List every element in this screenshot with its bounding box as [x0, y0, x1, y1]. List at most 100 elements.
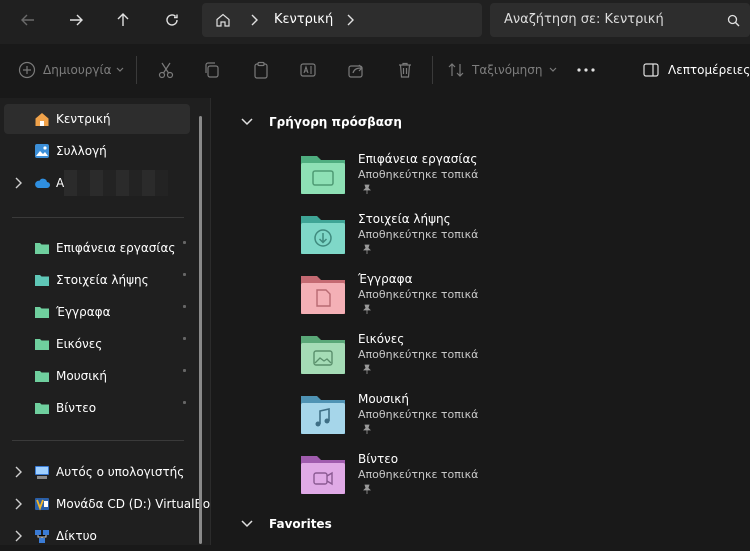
address-bar[interactable]: Κεντρική	[202, 3, 482, 37]
sort-arrows-icon	[448, 63, 464, 77]
sidebar-item-videos[interactable]: Βίντεο	[4, 393, 190, 423]
folder-name: Επιφάνεια εργασίας	[358, 152, 478, 166]
sidebar-item-downloads[interactable]: Στοιχεία λήψης	[4, 265, 190, 295]
toolbar-divider	[432, 56, 433, 84]
pin-icon	[183, 305, 186, 308]
new-button[interactable]: Δημιουργία	[18, 58, 124, 82]
scissors-icon	[158, 62, 174, 79]
paste-button[interactable]	[249, 58, 273, 82]
pin-icon	[183, 337, 186, 340]
folder-tile-music[interactable]: Μουσική Αποθηκεύτηκε τοπικά	[211, 386, 750, 446]
chevron-right-icon[interactable]	[13, 530, 23, 542]
chevron-right-icon[interactable]	[13, 498, 23, 510]
folder-name: Στοιχεία λήψης	[358, 212, 451, 226]
forward-button[interactable]	[58, 2, 94, 38]
toolbar-divider	[136, 56, 137, 84]
sidebar-item-documents[interactable]: Έγγραφα	[4, 297, 190, 327]
folder-name: Βίντεο	[358, 452, 399, 466]
rename-button[interactable]	[296, 58, 320, 82]
sidebar-scrollbar[interactable]	[199, 116, 202, 544]
chevron-down-icon	[241, 520, 253, 528]
sidebar-item-label: A	[56, 176, 65, 190]
network-icon	[35, 530, 49, 543]
folder-tile-documents[interactable]: Έγγραφα Αποθηκεύτηκε τοπικά	[211, 266, 750, 326]
videos-folder-icon	[301, 456, 345, 494]
breadcrumb[interactable]: Κεντρική	[274, 12, 333, 27]
chevron-down-icon	[549, 67, 556, 72]
pin-icon	[183, 401, 186, 404]
chevron-right-icon[interactable]	[13, 466, 23, 478]
copy-button[interactable]	[200, 58, 224, 82]
section-title: Favorites	[269, 517, 332, 531]
cd-drive-icon	[35, 498, 49, 511]
folder-location: Αποθηκεύτηκε τοπικά	[358, 468, 479, 481]
search-placeholder: Αναζήτηση σε: Κεντρική	[504, 12, 664, 27]
downloads-folder-icon	[35, 275, 49, 286]
folder-name: Έγγραφα	[358, 272, 413, 286]
details-pane-icon	[643, 63, 659, 77]
sidebar-item-label: Έγγραφα	[56, 305, 111, 319]
folder-tile-desktop[interactable]: Επιφάνεια εργασίας Αποθηκεύτηκε τοπικά	[211, 146, 750, 206]
sidebar-item-cd-drive[interactable]: Μονάδα CD (D:) VirtualBo	[4, 489, 210, 519]
sidebar-item-label: Κεντρική	[56, 112, 111, 126]
redacted-account-name	[64, 170, 168, 196]
trash-icon	[399, 62, 411, 78]
music-folder-icon	[301, 396, 345, 434]
folder-location: Αποθηκεύτηκε τοπικά	[358, 228, 479, 241]
sidebar-item-desktop[interactable]: Επιφάνεια εργασίας	[4, 233, 190, 263]
sidebar-item-music[interactable]: Μουσική	[4, 361, 190, 391]
refresh-button[interactable]	[154, 2, 190, 38]
arrow-up-icon	[117, 13, 129, 26]
sidebar-item-label: Μουσική	[56, 369, 107, 383]
folder-location: Αποθηκεύτηκε τοπικά	[358, 288, 479, 301]
share-button[interactable]	[344, 58, 368, 82]
folder-name: Μουσική	[358, 392, 409, 406]
sidebar-item-this-pc[interactable]: Αυτός ο υπολογιστής	[4, 457, 190, 487]
quick-access-header[interactable]: Γρήγορη πρόσβαση	[241, 115, 402, 129]
chevron-right-icon[interactable]	[345, 14, 355, 26]
arrow-right-icon	[70, 14, 83, 26]
videos-folder-icon	[35, 403, 49, 414]
onedrive-cloud-icon	[35, 178, 50, 188]
sidebar-item-network[interactable]: Δίκτυο	[4, 521, 190, 551]
plus-circle-icon	[18, 61, 36, 79]
pin-icon	[183, 273, 186, 276]
pictures-folder-icon	[301, 336, 345, 374]
back-button[interactable]	[10, 2, 46, 38]
sidebar-divider	[12, 217, 184, 218]
favorites-header[interactable]: Favorites	[241, 517, 332, 531]
desktop-folder-icon	[35, 243, 49, 254]
sidebar-item-label: Συλλογή	[56, 144, 107, 158]
sidebar-item-pictures[interactable]: Εικόνες	[4, 329, 190, 359]
details-button[interactable]: Λεπτομέρειες	[643, 58, 750, 82]
sidebar-item-gallery[interactable]: Συλλογή	[4, 136, 190, 166]
pin-icon	[363, 304, 371, 314]
music-folder-icon	[35, 371, 49, 382]
chevron-right-icon[interactable]	[13, 177, 23, 189]
search-icon[interactable]	[727, 14, 740, 27]
sort-button[interactable]: Ταξινόμηση	[447, 58, 557, 82]
navigation-pane: Κεντρική Συλλογή A Επιφάνεια εργασίας Στ…	[0, 98, 211, 545]
chevron-right-icon	[251, 14, 258, 26]
address-row: Κεντρική Αναζήτηση σε: Κεντρική	[0, 0, 750, 44]
sidebar-item-onedrive[interactable]: A	[4, 168, 190, 198]
up-button[interactable]	[105, 2, 141, 38]
folder-tile-videos[interactable]: Βίντεο Αποθηκεύτηκε τοπικά	[211, 446, 750, 506]
folder-tile-downloads[interactable]: Στοιχεία λήψης Αποθηκεύτηκε τοπικά	[211, 206, 750, 266]
sidebar-item-label: Επιφάνεια εργασίας	[56, 241, 176, 255]
section-title: Γρήγορη πρόσβαση	[269, 115, 402, 129]
ellipsis-icon	[577, 68, 595, 72]
refresh-icon	[166, 14, 178, 26]
gallery-icon	[35, 144, 49, 158]
folder-tile-pictures[interactable]: Εικόνες Αποθηκεύτηκε τοπικά	[211, 326, 750, 386]
pin-icon	[363, 424, 371, 434]
cut-button[interactable]	[154, 58, 178, 82]
more-options-button[interactable]	[574, 58, 598, 82]
home-outline-icon	[216, 13, 230, 27]
desktop-folder-icon	[301, 156, 345, 194]
search-input[interactable]: Αναζήτηση σε: Κεντρική	[490, 3, 750, 37]
documents-folder-icon	[301, 276, 345, 314]
sidebar-divider	[12, 440, 184, 441]
delete-button[interactable]	[393, 58, 417, 82]
sidebar-item-home[interactable]: Κεντρική	[4, 104, 190, 134]
